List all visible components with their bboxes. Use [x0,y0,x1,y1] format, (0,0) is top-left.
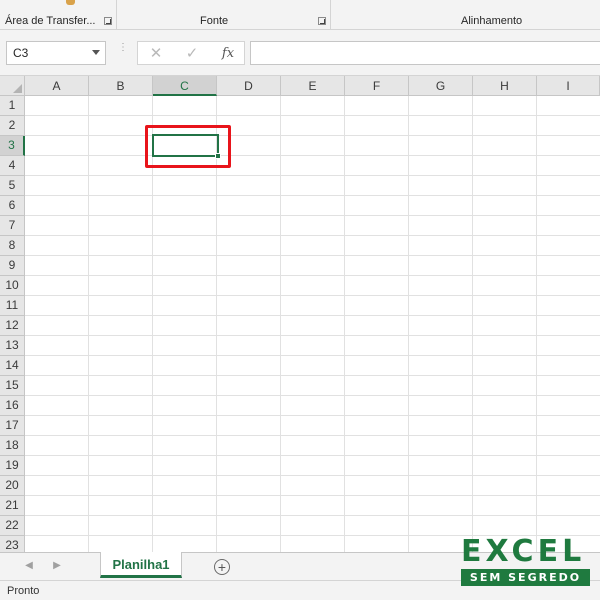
scroll-right-icon[interactable]: ▶ [50,558,64,574]
column-header-i[interactable]: I [537,76,600,96]
row-header-12[interactable]: 12 [0,316,25,336]
row-header-22[interactable]: 22 [0,516,25,536]
grid-row-line [25,115,600,116]
logo-title: EXCEL [461,534,586,569]
row-header-3[interactable]: 3 [0,136,25,156]
logo-subtitle: SEM SEGREDO [461,569,590,586]
grid-row-line [25,195,600,196]
cancel-icon[interactable]: ✕ [145,44,167,64]
chevron-down-icon[interactable] [92,50,100,55]
row-header-9[interactable]: 9 [0,256,25,276]
row-header-23[interactable]: 23 [0,536,25,552]
grid-column-line [408,96,409,552]
row-header-10[interactable]: 10 [0,276,25,296]
row-header-16[interactable]: 16 [0,396,25,416]
row-header-15[interactable]: 15 [0,376,25,396]
grid-row-line [25,415,600,416]
column-header-b[interactable]: B [89,76,153,96]
ribbon: Área de Transfer... Fonte Alinhamento [0,0,600,30]
row-header-20[interactable]: 20 [0,476,25,496]
row-header-7[interactable]: 7 [0,216,25,236]
row-header-18[interactable]: 18 [0,436,25,456]
column-header-c[interactable]: C [153,76,217,96]
dialog-launcher-icon[interactable] [318,17,326,25]
grid-row-line [25,455,600,456]
grid-row-line [25,235,600,236]
grid-row-line [25,395,600,396]
ribbon-group-clipboard: Área de Transfer... [0,0,116,30]
excel-sem-segredo-logo: EXCEL SEM SEGREDO [461,537,590,586]
sheet-tab-planilha1[interactable]: Planilha1 [100,552,182,578]
add-sheet-icon[interactable]: + [214,559,230,575]
grid-row-line [25,475,600,476]
row-header-17[interactable]: 17 [0,416,25,436]
ribbon-group-label-alignment: Alinhamento [461,15,523,27]
name-box[interactable]: C3 [6,41,106,65]
row-header-2[interactable]: 2 [0,116,25,136]
row-header-11[interactable]: 11 [0,296,25,316]
grid-column-line [280,96,281,552]
row-header-4[interactable]: 4 [0,156,25,176]
grid-row-line [25,215,600,216]
grid-column-line [88,96,89,552]
grid-row-line [25,255,600,256]
grid-row-line [25,155,600,156]
grid-row-line [25,295,600,296]
enter-icon[interactable]: ✓ [181,44,203,64]
column-header-e[interactable]: E [281,76,345,96]
column-header-a[interactable]: A [25,76,89,96]
formula-bar-grip-icon[interactable]: ⋮ [118,43,128,60]
status-text: Pronto [7,585,40,597]
row-header-1[interactable]: 1 [0,96,25,116]
row-header-13[interactable]: 13 [0,336,25,356]
grid-column-line [536,96,537,552]
ribbon-group-label-font: Fonte [200,15,229,27]
grid-row-line [25,375,600,376]
dialog-launcher-icon[interactable] [104,17,112,25]
column-header-h[interactable]: H [473,76,537,96]
worksheet-grid[interactable]: ABCDEFGHI 1 2 3 4 5 6 7 8 9 10 11 12 13 14 15 16 17 18 19 2… [0,76,600,552]
formula-input[interactable] [250,41,600,65]
grid-row-line [25,315,600,316]
highlight-box [145,125,231,168]
column-header-f[interactable]: F [345,76,409,96]
row-header-5[interactable]: 5 [0,176,25,196]
scroll-left-icon[interactable]: ◀ [22,558,36,574]
ribbon-group-font: Fonte [117,0,330,30]
grid-row-line [25,495,600,496]
ribbon-group-label-clipboard: Área de Transfer... [5,15,96,27]
insert-function-icon[interactable]: fx [217,44,239,64]
grid-row-line [25,175,600,176]
row-header-6[interactable]: 6 [0,196,25,216]
column-header-g[interactable]: G [409,76,473,96]
grid-row-line [25,275,600,276]
grid-row-line [25,135,600,136]
row-header-21[interactable]: 21 [0,496,25,516]
formula-bar: C3 ⋮ ✕ ✓ fx [0,30,600,76]
grid-row-line [25,435,600,436]
name-box-value: C3 [13,46,29,60]
formula-buttons: ✕ ✓ fx [137,41,245,65]
select-all-button[interactable] [0,76,25,96]
grid-row-line [25,355,600,356]
grid-column-line [472,96,473,552]
grid-row-line [25,515,600,516]
row-header-8[interactable]: 8 [0,236,25,256]
row-header-19[interactable]: 19 [0,456,25,476]
row-header-14[interactable]: 14 [0,356,25,376]
grid-row-line [25,335,600,336]
column-header-d[interactable]: D [217,76,281,96]
grid-column-line [344,96,345,552]
ribbon-group-alignment: Alinhamento [331,0,600,30]
